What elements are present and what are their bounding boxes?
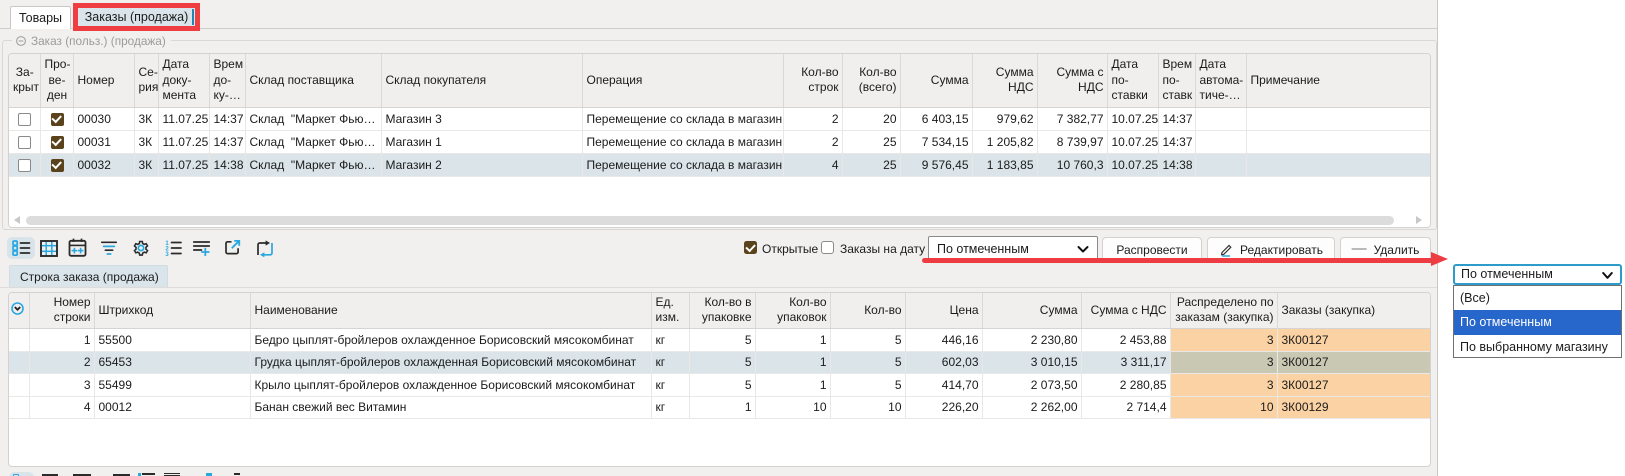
svg-text:3: 3 <box>165 252 169 256</box>
